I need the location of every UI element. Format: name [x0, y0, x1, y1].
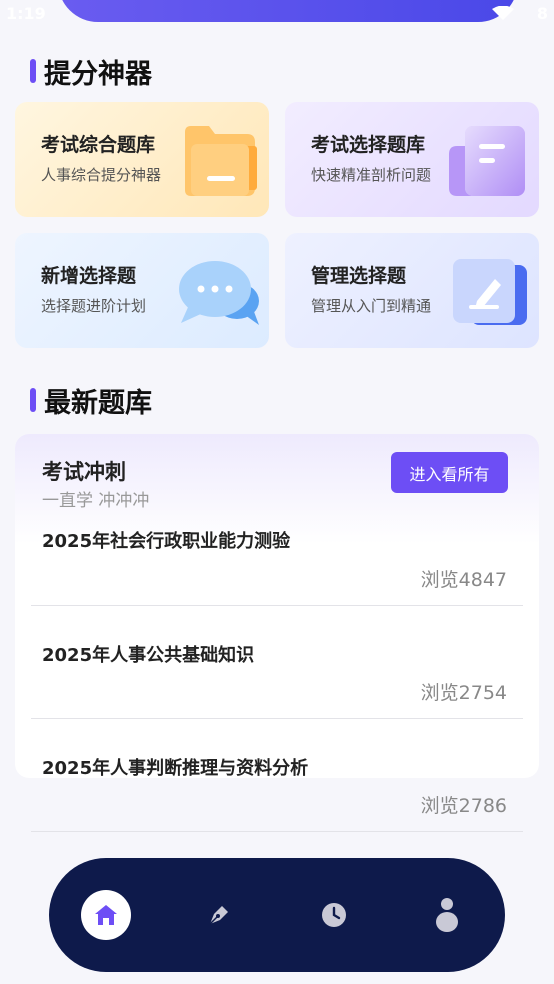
folder-icon	[185, 126, 257, 196]
card-subtitle: 选择题进阶计划	[41, 297, 147, 315]
card-subtitle: 人事综合提分神器	[41, 166, 162, 184]
nav-profile[interactable]	[422, 890, 472, 940]
pen-nib-icon	[209, 906, 228, 925]
section-bar	[30, 59, 36, 83]
section-title-latest: 最新题库	[30, 386, 152, 419]
wifi-icon	[492, 6, 514, 20]
card-subtitle: 快速精准剖析问题	[311, 166, 432, 184]
item-views: 浏览2786	[420, 795, 507, 817]
section-title-text: 最新题库	[44, 387, 152, 419]
divider	[31, 831, 523, 832]
edit-note-icon	[453, 259, 527, 325]
chat-bubble-icon	[179, 261, 259, 325]
card-exam-choice[interactable]: 考试选择题库 快速精准剖析问题	[285, 102, 539, 217]
clock-icon	[322, 903, 346, 927]
card-title: 考试综合题库	[41, 134, 156, 156]
nav-home[interactable]	[81, 890, 131, 940]
document-icon	[449, 126, 525, 196]
item-views: 浏览4847	[420, 569, 507, 591]
item-views: 浏览2754	[420, 682, 507, 704]
latest-panel: 考试冲刺 一直学 冲冲冲 进入看所有	[15, 434, 539, 778]
status-time: 1:19	[6, 4, 46, 23]
view-all-button[interactable]: 进入看所有	[391, 452, 508, 493]
divider	[31, 718, 523, 719]
card-new-choice[interactable]: 新增选择题 选择题进阶计划	[15, 233, 269, 348]
card-title: 管理选择题	[311, 265, 407, 287]
card-title: 新增选择题	[41, 265, 137, 287]
panel-title: 考试冲刺	[42, 460, 126, 484]
nav-practice[interactable]	[194, 890, 244, 940]
item-title: 2025年人事公共基础知识	[42, 645, 255, 666]
home-icon	[95, 905, 117, 925]
nav-history[interactable]	[309, 890, 359, 940]
divider	[31, 605, 523, 606]
panel-subtitle: 一直学 冲冲冲	[42, 491, 150, 511]
user-icon	[436, 898, 458, 932]
section-title-tools: 提分神器	[30, 57, 152, 90]
bottom-nav	[49, 858, 505, 972]
battery-indicator: 8	[536, 4, 548, 23]
card-manage-choice[interactable]: 管理选择题 管理从入门到精通	[285, 233, 539, 348]
item-title: 2025年人事判断推理与资料分析	[42, 758, 309, 779]
section-title-text: 提分神器	[44, 58, 152, 90]
item-title: 2025年社会行政职业能力测验	[42, 531, 291, 552]
card-exam-comprehensive[interactable]: 考试综合题库 人事综合提分神器	[15, 102, 269, 217]
card-title: 考试选择题库	[311, 134, 426, 156]
top-banner	[58, 0, 518, 22]
section-bar	[30, 388, 36, 412]
card-subtitle: 管理从入门到精通	[311, 297, 432, 315]
